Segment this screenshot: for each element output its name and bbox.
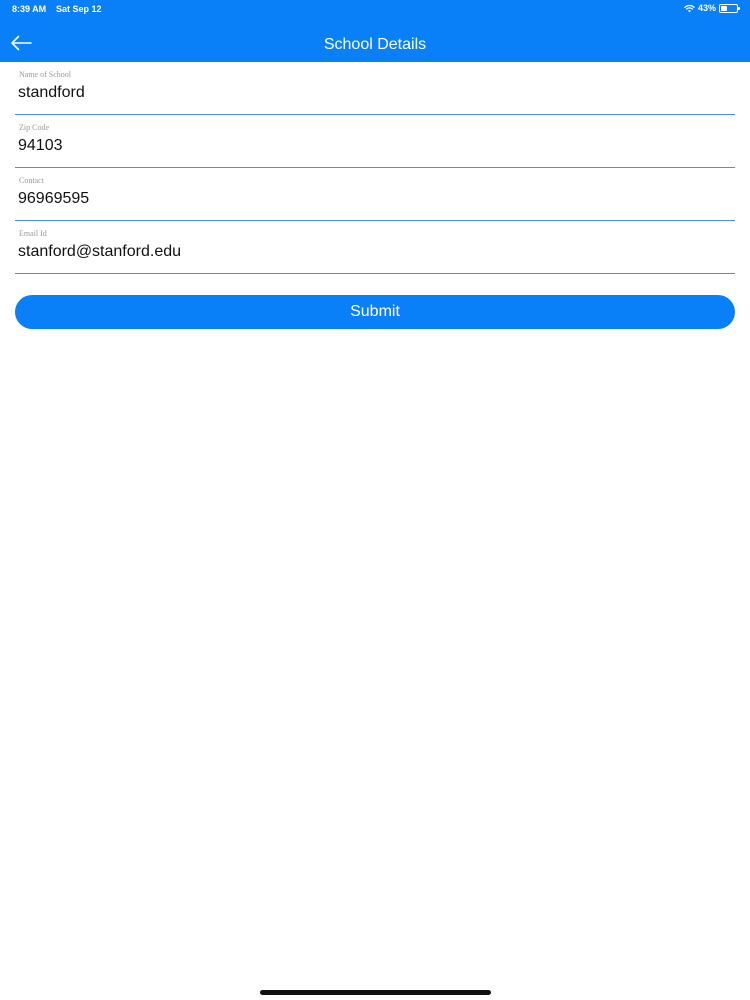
school-details-screen: 8:39 AM Sat Sep 12 43% School Details Na… — [0, 0, 750, 1000]
home-indicator[interactable] — [260, 990, 491, 995]
status-time: 8:39 AM — [12, 4, 47, 14]
zip-code-field: Zip Code — [15, 115, 735, 168]
battery-percentage: 43% — [697, 3, 716, 13]
school-name-field: Name of School — [15, 62, 735, 115]
email-field: Email Id — [15, 221, 735, 274]
school-name-label: Name of School — [19, 70, 71, 79]
zip-code-input[interactable] — [18, 135, 718, 157]
navigation-bar: 8:39 AM Sat Sep 12 43% School Details — [0, 0, 750, 62]
battery-level — [721, 5, 728, 11]
contact-input[interactable] — [18, 188, 718, 210]
wifi-icon — [684, 4, 695, 12]
status-bar: 8:39 AM Sat Sep 12 43% — [0, 0, 750, 18]
contact-field: Contact — [15, 168, 735, 221]
email-label: Email Id — [19, 229, 47, 238]
submit-button[interactable]: Submit — [15, 295, 735, 329]
battery-icon — [719, 3, 740, 13]
status-date: Sat Sep 12 — [56, 4, 102, 14]
school-name-input[interactable] — [18, 82, 718, 104]
status-indicators: 43% — [684, 3, 740, 13]
page-title: School Details — [323, 36, 427, 53]
email-input[interactable] — [18, 241, 718, 263]
school-form: Name of School Zip Code Contact Email Id — [15, 62, 735, 274]
zip-code-label: Zip Code — [19, 123, 49, 132]
contact-label: Contact — [19, 176, 44, 185]
